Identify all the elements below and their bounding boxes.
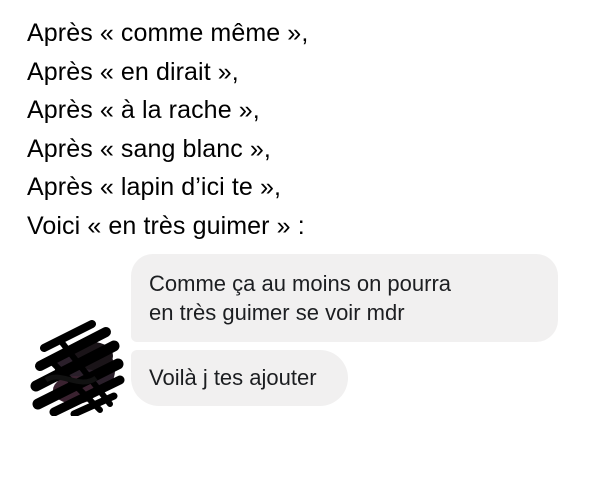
caption-text: Après « comme même », Après « en dirait … [27, 14, 587, 245]
message-line: Comme ça au moins on pourra [149, 271, 452, 296]
caption-line: Après « sang blanc », [27, 134, 271, 163]
avatar-scribble-icon [30, 320, 125, 418]
caption-line: Voici « en très guimer » : [27, 211, 305, 240]
message-line: en très guimer se voir mdr [149, 300, 405, 325]
caption-line: Après « comme même », [27, 19, 309, 47]
caption-line: Après « en dirait », [27, 57, 239, 86]
chat-screenshot: Comme ça au moins on pourra en très guim… [30, 254, 571, 418]
message-bubble[interactable]: Voilà j tes ajouter [131, 350, 348, 406]
scribbled-out-avatar-icon [30, 320, 126, 418]
caption-line: Après « lapin d’ici te », [27, 173, 282, 201]
message-line: Voilà j tes ajouter [149, 365, 317, 390]
caption-line: Après « à la rache », [27, 96, 260, 124]
message-bubble[interactable]: Comme ça au moins on pourra en très guim… [131, 254, 558, 342]
